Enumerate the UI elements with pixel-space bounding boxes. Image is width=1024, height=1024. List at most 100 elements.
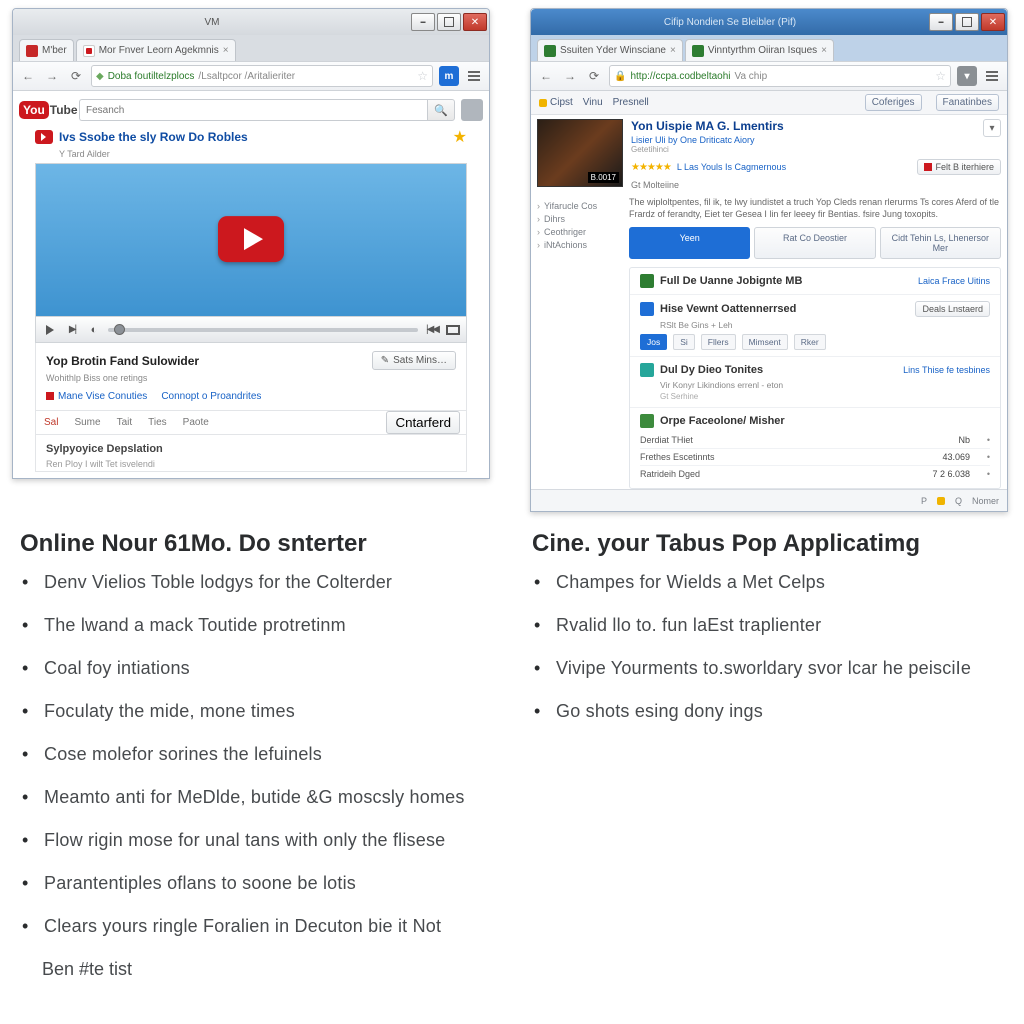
item-title[interactable]: Orpe Faceolone/ Misher bbox=[660, 415, 785, 427]
settings-icon[interactable]: ▾ bbox=[983, 119, 1001, 137]
bookmarks-folder[interactable]: Cipst bbox=[539, 97, 573, 108]
action-button[interactable]: Deals Lnstaerd bbox=[915, 301, 990, 317]
avatar[interactable] bbox=[461, 99, 483, 121]
volume-button[interactable]: ◐ bbox=[86, 322, 102, 338]
bookmark-star-icon[interactable]: ☆ bbox=[417, 69, 428, 83]
link-connect[interactable]: Connopt o Proandrites bbox=[161, 391, 261, 402]
browser-tab[interactable]: Vinntyrthm Oiiran Isques × bbox=[685, 39, 834, 61]
item-icon bbox=[640, 363, 654, 377]
minimize-button[interactable] bbox=[411, 13, 435, 31]
browser-tab[interactable]: Ssuiten Yder Winsciane × bbox=[537, 39, 683, 61]
segment-tabs: Yeen Rat Co Deostier Cidt Tehin Ls, Lhen… bbox=[629, 227, 1001, 259]
cell: Frethes Escetinnts bbox=[640, 452, 910, 462]
play-overlay-button[interactable] bbox=[218, 216, 284, 262]
item-meta: Getetihinci bbox=[631, 145, 983, 154]
item-link[interactable]: Laica Frace Uitins bbox=[918, 276, 990, 286]
sidebar-item[interactable]: ›Ceothriger bbox=[537, 227, 611, 237]
mini-tab[interactable]: Fllers bbox=[701, 334, 736, 350]
menu-button[interactable] bbox=[465, 67, 483, 85]
item-meta: Gt Serhine bbox=[660, 392, 990, 401]
video-thumbnail[interactable]: B.0017 bbox=[537, 119, 623, 187]
page-viewport: YouTube 🔍 Ivs Ssobe the sly Row Do Roble… bbox=[13, 91, 489, 478]
tab-primary[interactable]: Yeen bbox=[629, 227, 750, 259]
sidebar-item[interactable]: ›Yifarucle Cos bbox=[537, 201, 611, 211]
description-title: Sylpyoyice Depslation bbox=[46, 443, 456, 455]
rewind-button[interactable]: |◀◀ bbox=[424, 322, 440, 338]
cell: • bbox=[970, 452, 990, 462]
table-row: Derdiat THiet Nb • bbox=[640, 432, 990, 448]
reload-button[interactable]: ⟳ bbox=[585, 67, 603, 85]
link-more-videos[interactable]: Mane Vise Conuties bbox=[46, 391, 147, 402]
close-button[interactable] bbox=[981, 13, 1005, 31]
page-viewport: B.0017 Yon Uispie MA G. Lmentirs Lisier … bbox=[531, 115, 1007, 511]
extension-chip[interactable]: ▾ bbox=[957, 66, 977, 86]
favorite-star-icon[interactable]: ★ bbox=[453, 127, 467, 147]
action-tab[interactable]: Ties bbox=[140, 411, 175, 434]
menu-button[interactable] bbox=[983, 67, 1001, 85]
item-title[interactable]: Full De Uanne Jobignte MB bbox=[660, 275, 802, 287]
player-controls: ▶| ◐ |◀◀ bbox=[35, 317, 467, 343]
video-player[interactable] bbox=[35, 163, 467, 317]
bookmark-link[interactable]: Presnell bbox=[613, 97, 649, 108]
bookmark-button[interactable]: Fanatinbes bbox=[936, 94, 999, 111]
tab-secondary[interactable]: Cidt Tehin Ls, Lhenersor Mer bbox=[880, 227, 1001, 259]
youtube-play-icon bbox=[35, 130, 53, 144]
rating-text: L Las Youls Is Cagmernous bbox=[677, 162, 786, 172]
video-title[interactable]: Ivs Ssobe the sly Row Do Robles bbox=[59, 130, 248, 144]
tab-secondary[interactable]: Rat Co Deostier bbox=[754, 227, 875, 259]
back-button[interactable]: ← bbox=[537, 67, 555, 85]
tab-close-icon[interactable]: × bbox=[821, 45, 827, 56]
action-tab[interactable]: Tait bbox=[109, 411, 141, 434]
browser-tab[interactable]: Mor Fnver Leorn Agekmnis × bbox=[76, 39, 236, 61]
address-bar[interactable]: 🔒 http://ccpa.codbeltaohi Va chip ☆ bbox=[609, 65, 951, 87]
mini-tab[interactable]: Rker bbox=[794, 334, 826, 350]
seek-slider[interactable] bbox=[108, 328, 418, 332]
browser-tab[interactable]: M'ber bbox=[19, 39, 74, 61]
forward-button[interactable]: → bbox=[561, 67, 579, 85]
sidebar-item[interactable]: ›iNtAchions bbox=[537, 240, 611, 250]
item-icon bbox=[640, 414, 654, 428]
maximize-button[interactable] bbox=[955, 13, 979, 31]
search-input[interactable] bbox=[79, 99, 427, 121]
bookmark-star-icon[interactable]: ☆ bbox=[935, 69, 946, 83]
item-title[interactable]: Yon Uispie MA G. Lmentirs bbox=[631, 119, 983, 133]
mini-tab[interactable]: Si bbox=[673, 334, 695, 350]
extension-chip[interactable]: m bbox=[439, 66, 459, 86]
tab-close-icon[interactable]: × bbox=[223, 45, 229, 56]
minimize-button[interactable] bbox=[929, 13, 953, 31]
maximize-button[interactable] bbox=[437, 13, 461, 31]
play-button[interactable] bbox=[42, 322, 58, 338]
next-button[interactable]: ▶| bbox=[64, 322, 80, 338]
item-link[interactable]: Lisier Uli by One Driticatc Aiory bbox=[631, 135, 983, 145]
tab-close-icon[interactable]: × bbox=[670, 45, 676, 56]
action-tab[interactable]: Sume bbox=[66, 411, 108, 434]
fullscreen-button[interactable] bbox=[446, 325, 460, 335]
bookmark-button[interactable]: Coferiges bbox=[865, 94, 922, 111]
article-heading: Cine. your Tabus Pop Applicatimg bbox=[532, 530, 1004, 558]
address-bar[interactable]: ◆ Doba foutiltelzplocs /Lsaltpcor /Arita… bbox=[91, 65, 433, 87]
search-button[interactable]: 🔍 bbox=[427, 99, 455, 121]
mini-tab[interactable]: Mimsent bbox=[742, 334, 788, 350]
reload-button[interactable]: ⟳ bbox=[67, 67, 85, 85]
footer-text: Ben #te tist bbox=[20, 959, 492, 980]
sidebar-item[interactable]: ›Dihrs bbox=[537, 214, 611, 224]
list-item: Parantentiples oflans to soone be lotis bbox=[22, 873, 492, 894]
cta-button[interactable]: Cntarferd bbox=[386, 411, 460, 434]
tabstrip: M'ber Mor Fnver Leorn Agekmnis × bbox=[13, 35, 489, 61]
action-tab[interactable]: Sal bbox=[36, 411, 66, 434]
save-button[interactable]: ✎Sats Mins… bbox=[372, 351, 456, 370]
forward-button[interactable]: → bbox=[43, 67, 61, 85]
youtube-logo[interactable]: YouTube bbox=[19, 99, 73, 121]
action-tab[interactable]: Paote bbox=[175, 411, 217, 434]
item-title[interactable]: Hise Vewnt Oattennerrsed bbox=[660, 303, 796, 315]
duration-badge: B.0017 bbox=[588, 172, 619, 183]
action-button[interactable]: Felt B iterhiere bbox=[917, 159, 1001, 175]
item-title[interactable]: Dul Dy Dieo Tonites bbox=[660, 364, 763, 376]
bookmark-link[interactable]: Vinu bbox=[583, 97, 603, 108]
favicon-icon bbox=[692, 45, 704, 57]
close-button[interactable] bbox=[463, 13, 487, 31]
back-button[interactable]: ← bbox=[19, 67, 37, 85]
chevron-right-icon: › bbox=[537, 201, 540, 211]
mini-tab[interactable]: Jos bbox=[640, 334, 667, 350]
item-link[interactable]: Lins Thise fe tesbines bbox=[903, 365, 990, 375]
